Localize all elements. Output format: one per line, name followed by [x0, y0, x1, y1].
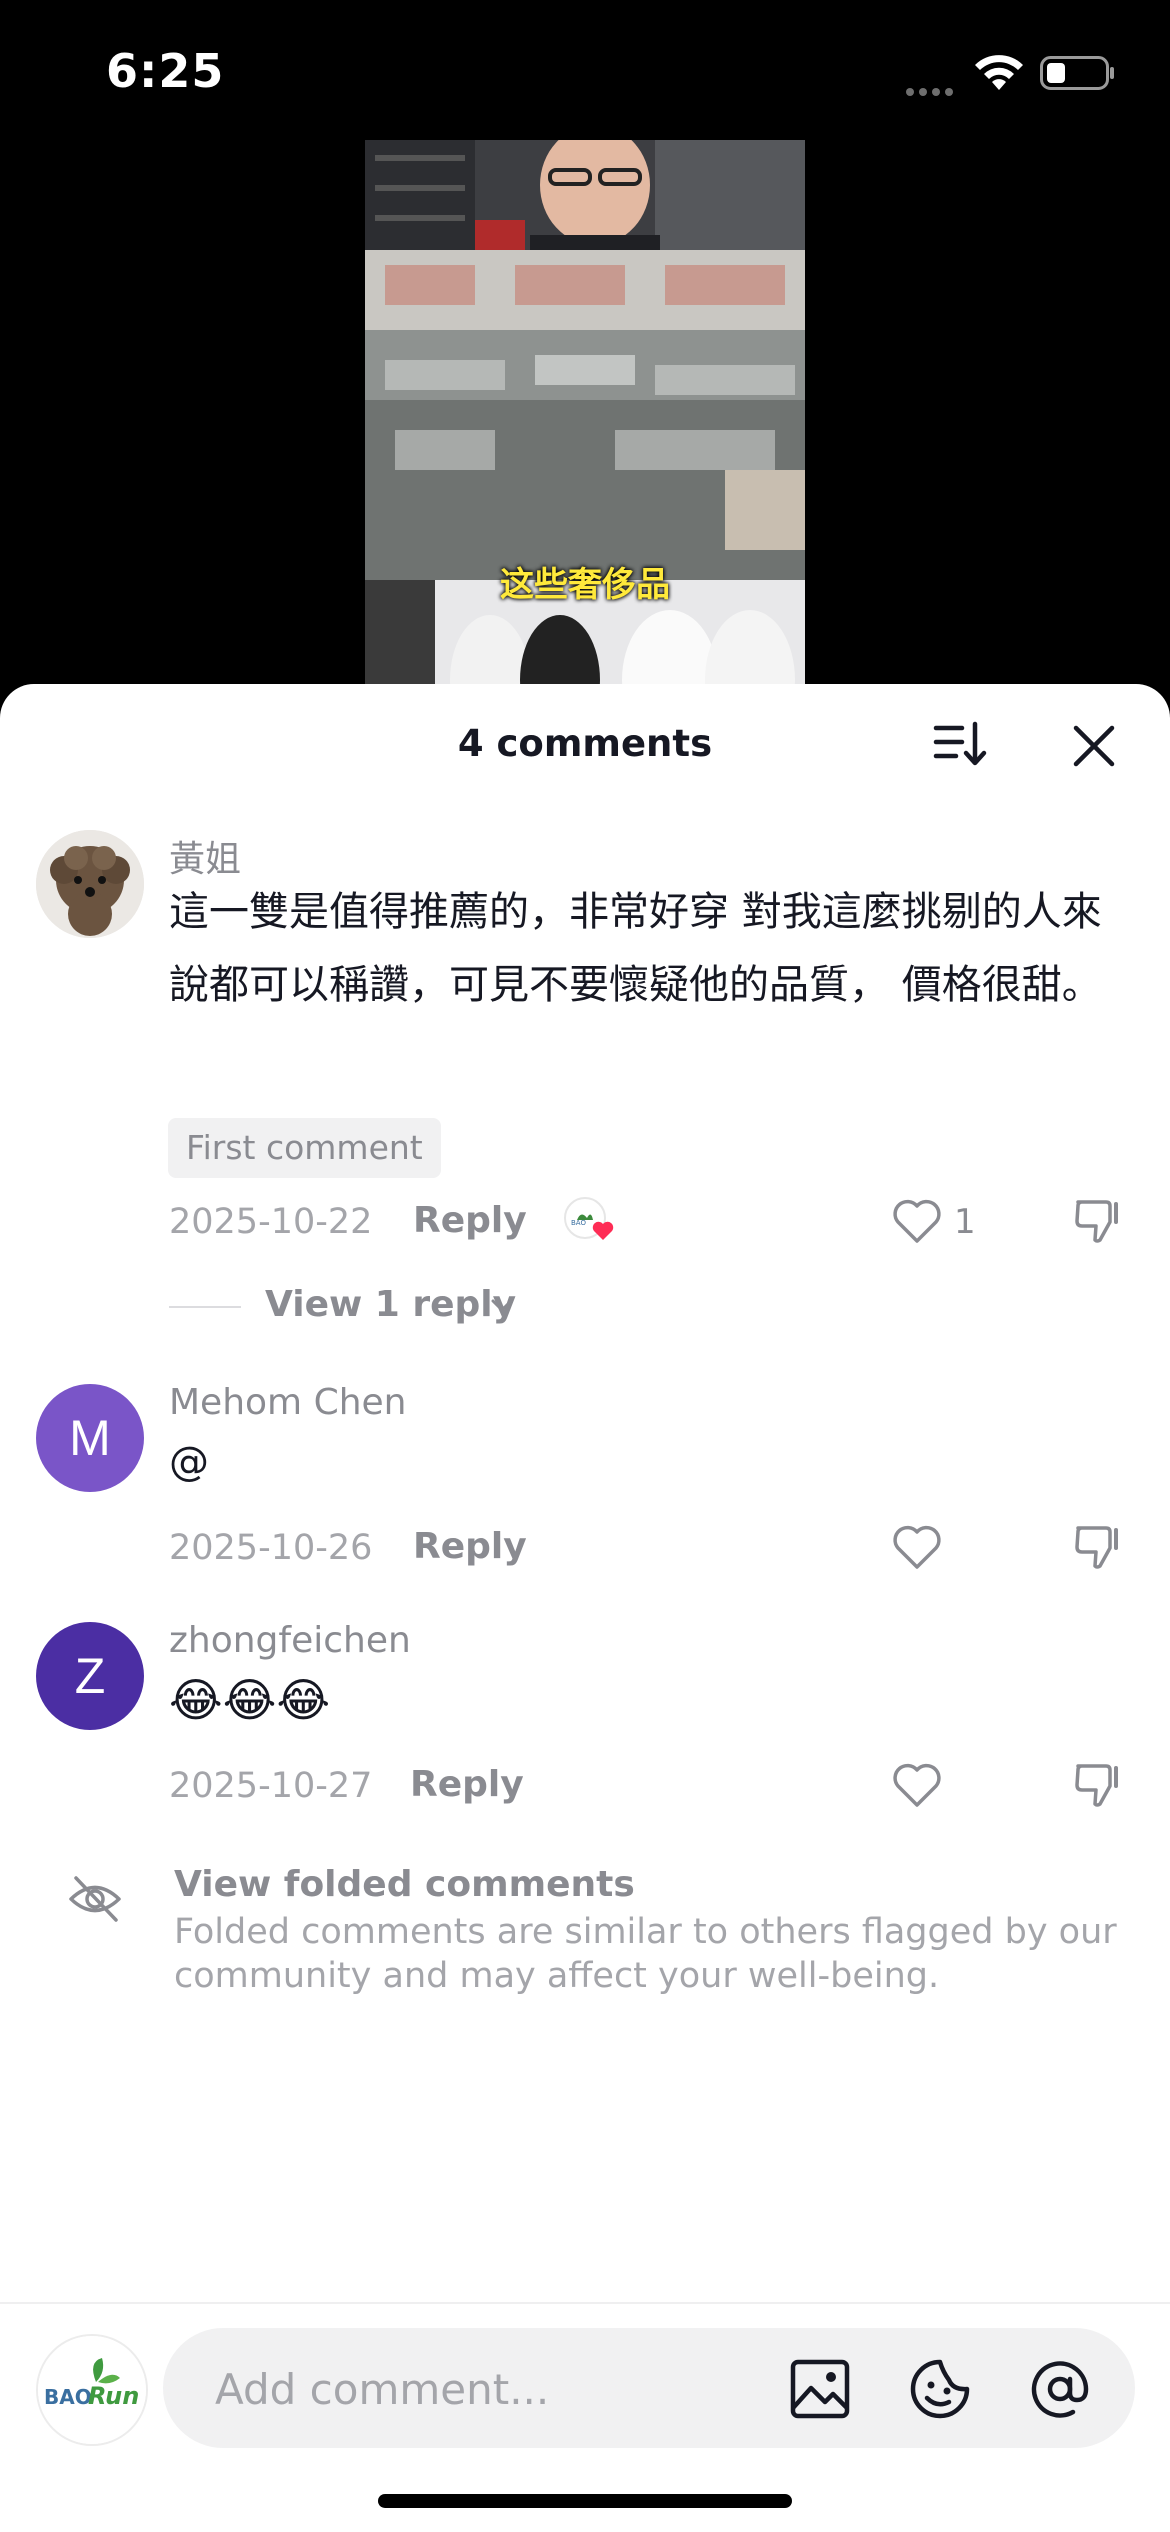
comment-item: M Mehom Chen @ 2025-10-26 Reply [0, 1382, 1170, 1584]
mention-icon[interactable] [1029, 2358, 1091, 2420]
like-heart-icon[interactable] [890, 1196, 944, 1246]
comments-count-title: 4 comments [457, 722, 713, 765]
eye-off-icon [69, 1876, 121, 1922]
logo-text-bao: BAO [44, 2385, 92, 2409]
my-avatar[interactable]: BAO Run [36, 2334, 148, 2446]
reply-button[interactable]: Reply [410, 1764, 524, 1805]
comment-author[interactable]: Mehom Chen [169, 1382, 406, 1423]
divider-line [169, 1306, 241, 1308]
comment-text: 😂😂😂 [169, 1673, 331, 1727]
comment-author[interactable]: zhongfeichen [169, 1620, 411, 1661]
comment-input[interactable] [213, 2328, 817, 2450]
view-replies-label: View 1 reply [265, 1284, 517, 1325]
image-icon[interactable] [789, 2358, 851, 2420]
reply-button[interactable]: Reply [413, 1526, 527, 1567]
divider [0, 2302, 1170, 2304]
avatar-letter: Z [74, 1648, 106, 1704]
chevron-down-icon [491, 1299, 513, 1312]
video-frame-image [365, 140, 805, 720]
cellular-signal-icon [906, 81, 962, 96]
avatar[interactable]: Z [36, 1622, 144, 1730]
like-count: 1 [954, 1202, 976, 1242]
home-indicator [378, 2494, 792, 2508]
dislike-icon[interactable] [1072, 1520, 1124, 1572]
comment-item: Z zhongfeichen 😂😂😂 2025-10-27 Reply [0, 1620, 1170, 1822]
logo-text-run: Run [88, 2382, 139, 2410]
like-heart-icon[interactable] [890, 1522, 944, 1572]
creator-liked-icon: BAO [564, 1197, 614, 1240]
battery-icon [1040, 56, 1114, 90]
comment-item: 黃姐 這一雙是值得推薦的，非常好穿 對我這麼挑剔的人來說都可以稱讚，可見不要懷疑… [0, 830, 1170, 1325]
view-replies-button[interactable]: View 1 reply [169, 1278, 589, 1334]
comment-text: 這一雙是值得推薦的，非常好穿 對我這麼挑剔的人來說都可以稱讚，可見不要懷疑他的品… [169, 889, 1102, 1008]
reply-button[interactable]: Reply [413, 1200, 527, 1241]
comment-author[interactable]: 黃姐 [169, 830, 241, 882]
comment-date: 2025-10-26 [169, 1528, 373, 1568]
status-time: 6:25 [106, 44, 225, 98]
comments-sheet: 4 comments 黃姐 這一雙是值得推薦的，非常好穿 對我這麼挑剔的人來說都… [0, 684, 1170, 2532]
poodle-avatar-image [36, 830, 144, 938]
wifi-icon [975, 55, 1023, 90]
avatar-letter: M [69, 1410, 111, 1466]
comment-input-box[interactable] [163, 2328, 1135, 2450]
comment-text: @ [169, 1439, 209, 1485]
baorun-logo: BAO Run [38, 2336, 146, 2444]
comment-date: 2025-10-22 [169, 1202, 373, 1242]
video-player[interactable]: 这些奢侈品 [365, 140, 805, 720]
first-comment-badge: First comment [168, 1118, 441, 1178]
svg-text:BAO: BAO [571, 1219, 586, 1227]
close-icon[interactable] [1070, 722, 1118, 770]
dislike-icon[interactable] [1072, 1758, 1124, 1810]
like-heart-icon[interactable] [890, 1760, 944, 1810]
status-bar: 6:25 [0, 0, 1170, 140]
video-caption: 这些奢侈品 [500, 565, 670, 605]
comment-date: 2025-10-27 [169, 1766, 373, 1806]
sticker-icon[interactable] [909, 2358, 971, 2420]
folded-description: Folded comments are similar to others fl… [174, 1912, 1117, 1996]
avatar[interactable]: M [36, 1384, 144, 1492]
avatar[interactable] [36, 830, 144, 938]
sort-icon[interactable] [932, 716, 988, 772]
view-folded-comments[interactable]: View folded comments Folded comments are… [0, 1864, 1170, 2014]
folded-title: View folded comments [174, 1864, 635, 1905]
dislike-icon[interactable] [1072, 1194, 1124, 1246]
